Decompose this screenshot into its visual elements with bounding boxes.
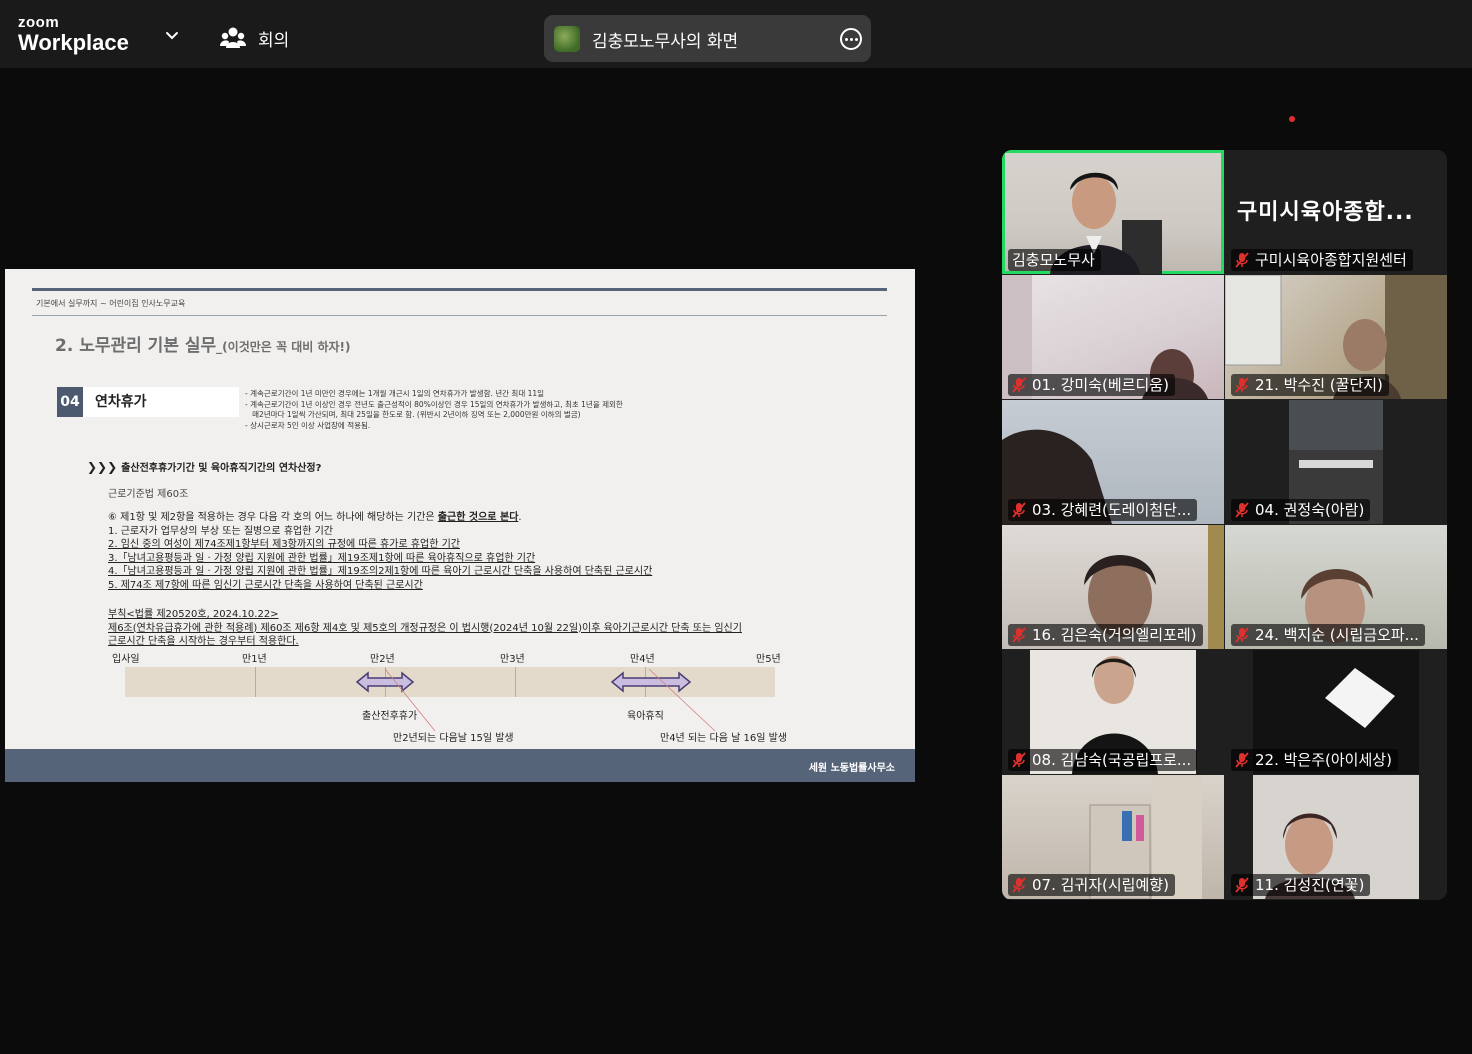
participant-name-tag: 04. 권정숙(아람) xyxy=(1231,499,1371,521)
video-tile[interactable]: 01. 강미숙(베르디움) xyxy=(1002,275,1224,399)
mic-muted-icon xyxy=(1012,877,1026,893)
logo-bottom: Workplace xyxy=(18,30,129,55)
timeline-caption: 출산전후휴가 xyxy=(362,711,418,722)
mic-muted-icon xyxy=(1235,627,1249,643)
participant-name-tag: 김충모노무사 xyxy=(1008,249,1101,271)
video-tile[interactable]: 16. 김은숙(거의엘리포레) xyxy=(1002,525,1224,649)
video-tile[interactable]: 07. 김귀자(시립예향) xyxy=(1002,775,1224,899)
participants-icon xyxy=(220,27,246,48)
meeting-menu[interactable]: 회의 xyxy=(220,24,289,52)
more-options-icon[interactable] xyxy=(840,28,862,50)
participant-big-name: 구미시육아종합... xyxy=(1237,200,1414,225)
participant-name-tag: 구미시육아종합지원센터 xyxy=(1231,249,1413,271)
meeting-label: 회의 xyxy=(258,30,290,51)
participant-name-tag: 11. 김성진(연꽃) xyxy=(1231,874,1371,896)
shared-slide: 기본에서 실무까지 ~ 어린이집 인사노무교육 2. 노무관리 기본 실무_(이… xyxy=(5,269,915,782)
slide-footer: 세원 노동법률사무소 xyxy=(5,749,915,782)
video-tile[interactable]: 03. 강혜련(도레이첨단... xyxy=(1002,400,1224,524)
participant-name: 김충모노무사 xyxy=(1012,251,1095,269)
zoom-workplace-logo[interactable]: zoom Workplace xyxy=(18,14,129,55)
participant-name: 11. 김성진(연꽃) xyxy=(1255,876,1365,894)
participant-name: 03. 강혜련(도레이첨단... xyxy=(1032,501,1192,519)
mic-muted-icon xyxy=(1012,502,1026,518)
mic-muted-icon xyxy=(1235,752,1249,768)
mic-muted-icon xyxy=(1012,627,1026,643)
double-arrow-right xyxy=(610,671,692,693)
video-tile[interactable]: 08. 김남숙(국공립프로... xyxy=(1002,650,1224,774)
participant-name: 22. 박은주(아이세상) xyxy=(1255,751,1392,769)
mic-muted-icon xyxy=(1235,877,1249,893)
participant-name: 08. 김남숙(국공립프로... xyxy=(1032,751,1192,769)
video-tile[interactable]: 22. 박은주(아이세상) xyxy=(1225,650,1447,774)
participant-name-tag: 21. 박수진 (꿀단지) xyxy=(1231,374,1389,396)
mic-muted-icon xyxy=(1235,377,1249,393)
timeline-arrows xyxy=(355,668,716,732)
share-title: 김충모노무사의 화면 xyxy=(592,32,739,52)
timeline-note: 만2년되는 다음날 15일 발생 xyxy=(393,733,514,744)
mic-muted-icon xyxy=(1235,502,1249,518)
participant-name-tag: 08. 김남숙(국공립프로... xyxy=(1008,749,1198,771)
participant-name: 07. 김귀자(시립예향) xyxy=(1032,876,1169,894)
video-tile[interactable]: 21. 박수진 (꿀단지) xyxy=(1225,275,1447,399)
participant-name: 01. 강미숙(베르디움) xyxy=(1032,376,1169,394)
presenter-avatar xyxy=(554,26,580,52)
participant-name: 24. 백지순 (시립금오파... xyxy=(1255,626,1419,644)
video-tile[interactable]: 11. 김성진(연꽃) xyxy=(1225,775,1447,899)
participant-name-tag: 22. 박은주(아이세상) xyxy=(1231,749,1398,771)
participant-name-tag: 24. 백지순 (시립금오파... xyxy=(1231,624,1425,646)
participant-name-tag: 07. 김귀자(시립예향) xyxy=(1008,874,1175,896)
screen-share-pill[interactable]: 김충모노무사의 화면 xyxy=(544,15,871,62)
timeline-note: 만4년 되는 다음 날 16일 발생 xyxy=(660,733,787,744)
video-tile[interactable]: 24. 백지순 (시립금오파... xyxy=(1225,525,1447,649)
recording-indicator xyxy=(1289,116,1295,122)
participant-name: 16. 김은숙(거의엘리포레) xyxy=(1032,626,1197,644)
participant-gallery: 김충모노무사 구미시육아종합... 구미시육아종합지원센터 01. 강미숙(베르… xyxy=(1002,150,1447,900)
participant-name-tag: 03. 강혜련(도레이첨단... xyxy=(1008,499,1198,521)
video-tile[interactable]: 04. 권정숙(아람) xyxy=(1225,400,1447,524)
slide-footer-text: 세원 노동법률사무소 xyxy=(808,763,895,774)
double-arrow-left xyxy=(355,671,415,693)
participant-name: 21. 박수진 (꿀단지) xyxy=(1255,376,1383,394)
mic-muted-icon xyxy=(1235,252,1249,268)
mic-muted-icon xyxy=(1012,752,1026,768)
video-tile[interactable]: 김충모노무사 xyxy=(1002,150,1224,274)
participant-name: 구미시육아종합지원센터 xyxy=(1255,251,1407,269)
mic-muted-icon xyxy=(1012,377,1026,393)
top-bar: zoom Workplace 회의 김충모노무사의 화면 xyxy=(0,0,1472,68)
participant-name-tag: 01. 강미숙(베르디움) xyxy=(1008,374,1175,396)
participant-name: 04. 권정숙(아람) xyxy=(1255,501,1365,519)
logo-top: zoom xyxy=(18,14,60,31)
timeline-caption: 육아휴직 xyxy=(627,711,664,722)
participant-name-tag: 16. 김은숙(거의엘리포레) xyxy=(1008,624,1203,646)
video-tile[interactable]: 구미시육아종합... 구미시육아종합지원센터 xyxy=(1225,150,1447,274)
chevron-down-icon[interactable] xyxy=(162,26,182,46)
